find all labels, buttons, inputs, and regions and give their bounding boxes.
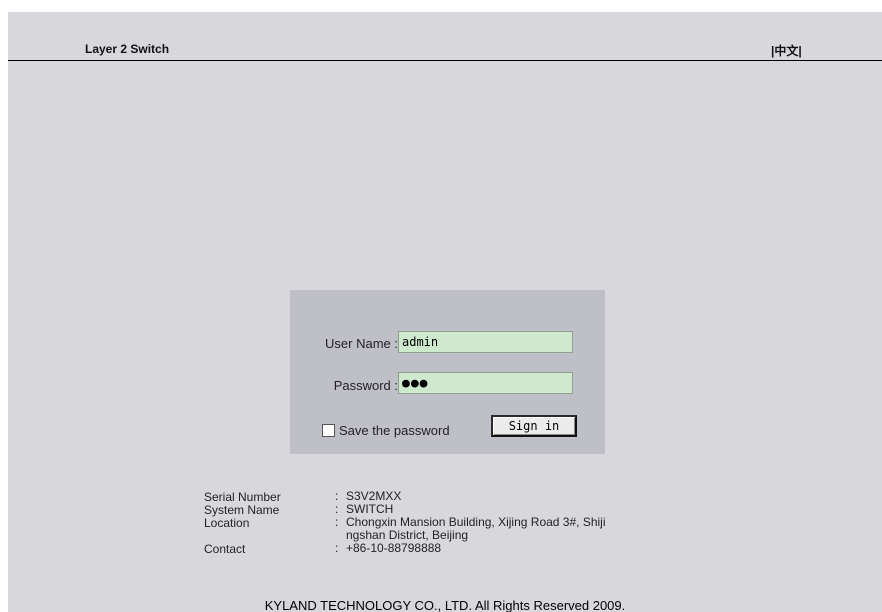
save-password-row[interactable]: Save the password [322,423,450,438]
save-password-label[interactable]: Save the password [339,423,450,438]
serial-number-label: Serial Number [204,490,281,504]
contact-value: +86-10-88798888 [346,541,442,555]
username-input[interactable] [398,331,573,353]
separator: : [335,541,339,555]
location-label: Location [204,516,250,530]
language-switch-link[interactable]: |中文| [771,42,802,59]
location-value-line1: Chongxin Mansion Building, Xijing Road 3… [346,515,606,529]
login-panel: User Name : Password : Save the password… [290,290,605,454]
header-bar: Layer 2 Switch |中文| [8,12,882,61]
password-label: Password : [333,378,398,393]
app-title: Layer 2 Switch [85,42,170,56]
save-password-checkbox[interactable] [322,424,335,437]
serial-number-value: S3V2MXX [346,489,402,503]
location-value-wrap: : Chongxin Mansion Building, Xijing Road … [335,516,715,542]
system-name-value: SWITCH [346,502,394,516]
system-name-label: System Name [204,503,280,517]
location-value-line2: ngshan District, Beijing [346,528,469,542]
login-page: Layer 2 Switch |中文| User Name : Password… [8,12,882,612]
sign-in-button[interactable]: Sign in [491,415,577,437]
username-label: User Name : [325,336,398,351]
contact-label: Contact [204,542,246,556]
copyright-footer: KYLAND TECHNOLOGY CO., LTD. All Rights R… [264,598,626,612]
contact-value-wrap: : +86-10-88798888 [335,542,715,555]
password-input[interactable] [398,372,573,394]
